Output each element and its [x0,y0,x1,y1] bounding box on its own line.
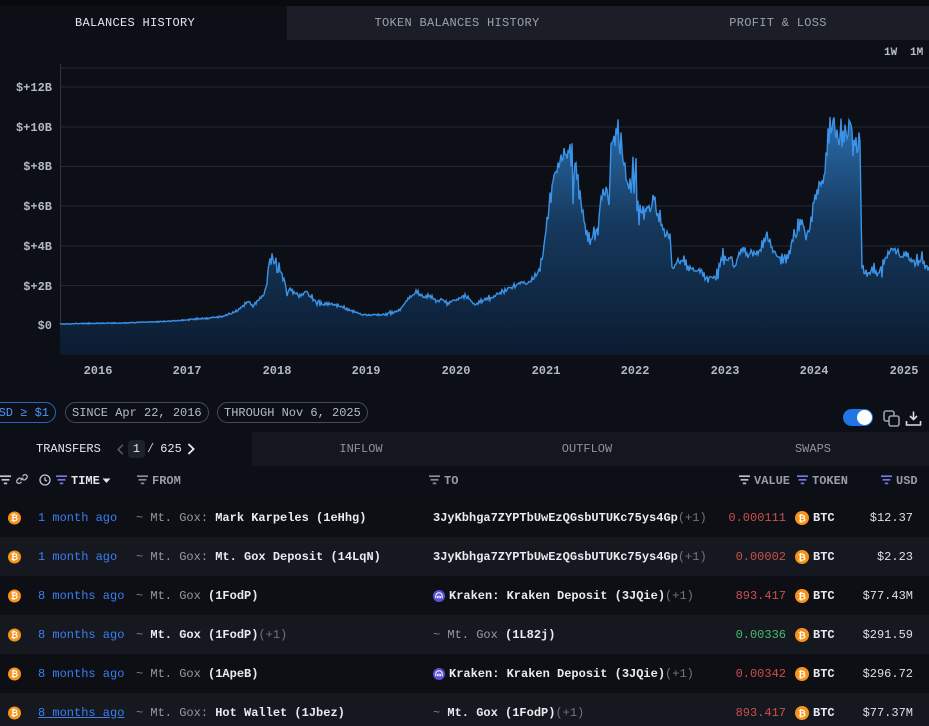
svg-text:₿: ₿ [11,513,18,523]
svg-text:₿: ₿ [798,669,806,680]
svg-text:₿: ₿ [798,708,806,719]
svg-text:₿: ₿ [11,630,18,640]
svg-text:₿: ₿ [798,513,806,524]
svg-text:₿: ₿ [11,552,18,562]
svg-text:₿: ₿ [798,630,806,641]
svg-text:₿: ₿ [11,708,18,718]
svg-text:₿: ₿ [798,591,806,602]
svg-text:₿: ₿ [11,591,18,601]
svg-text:₿: ₿ [798,552,806,563]
svg-text:₿: ₿ [11,669,18,679]
